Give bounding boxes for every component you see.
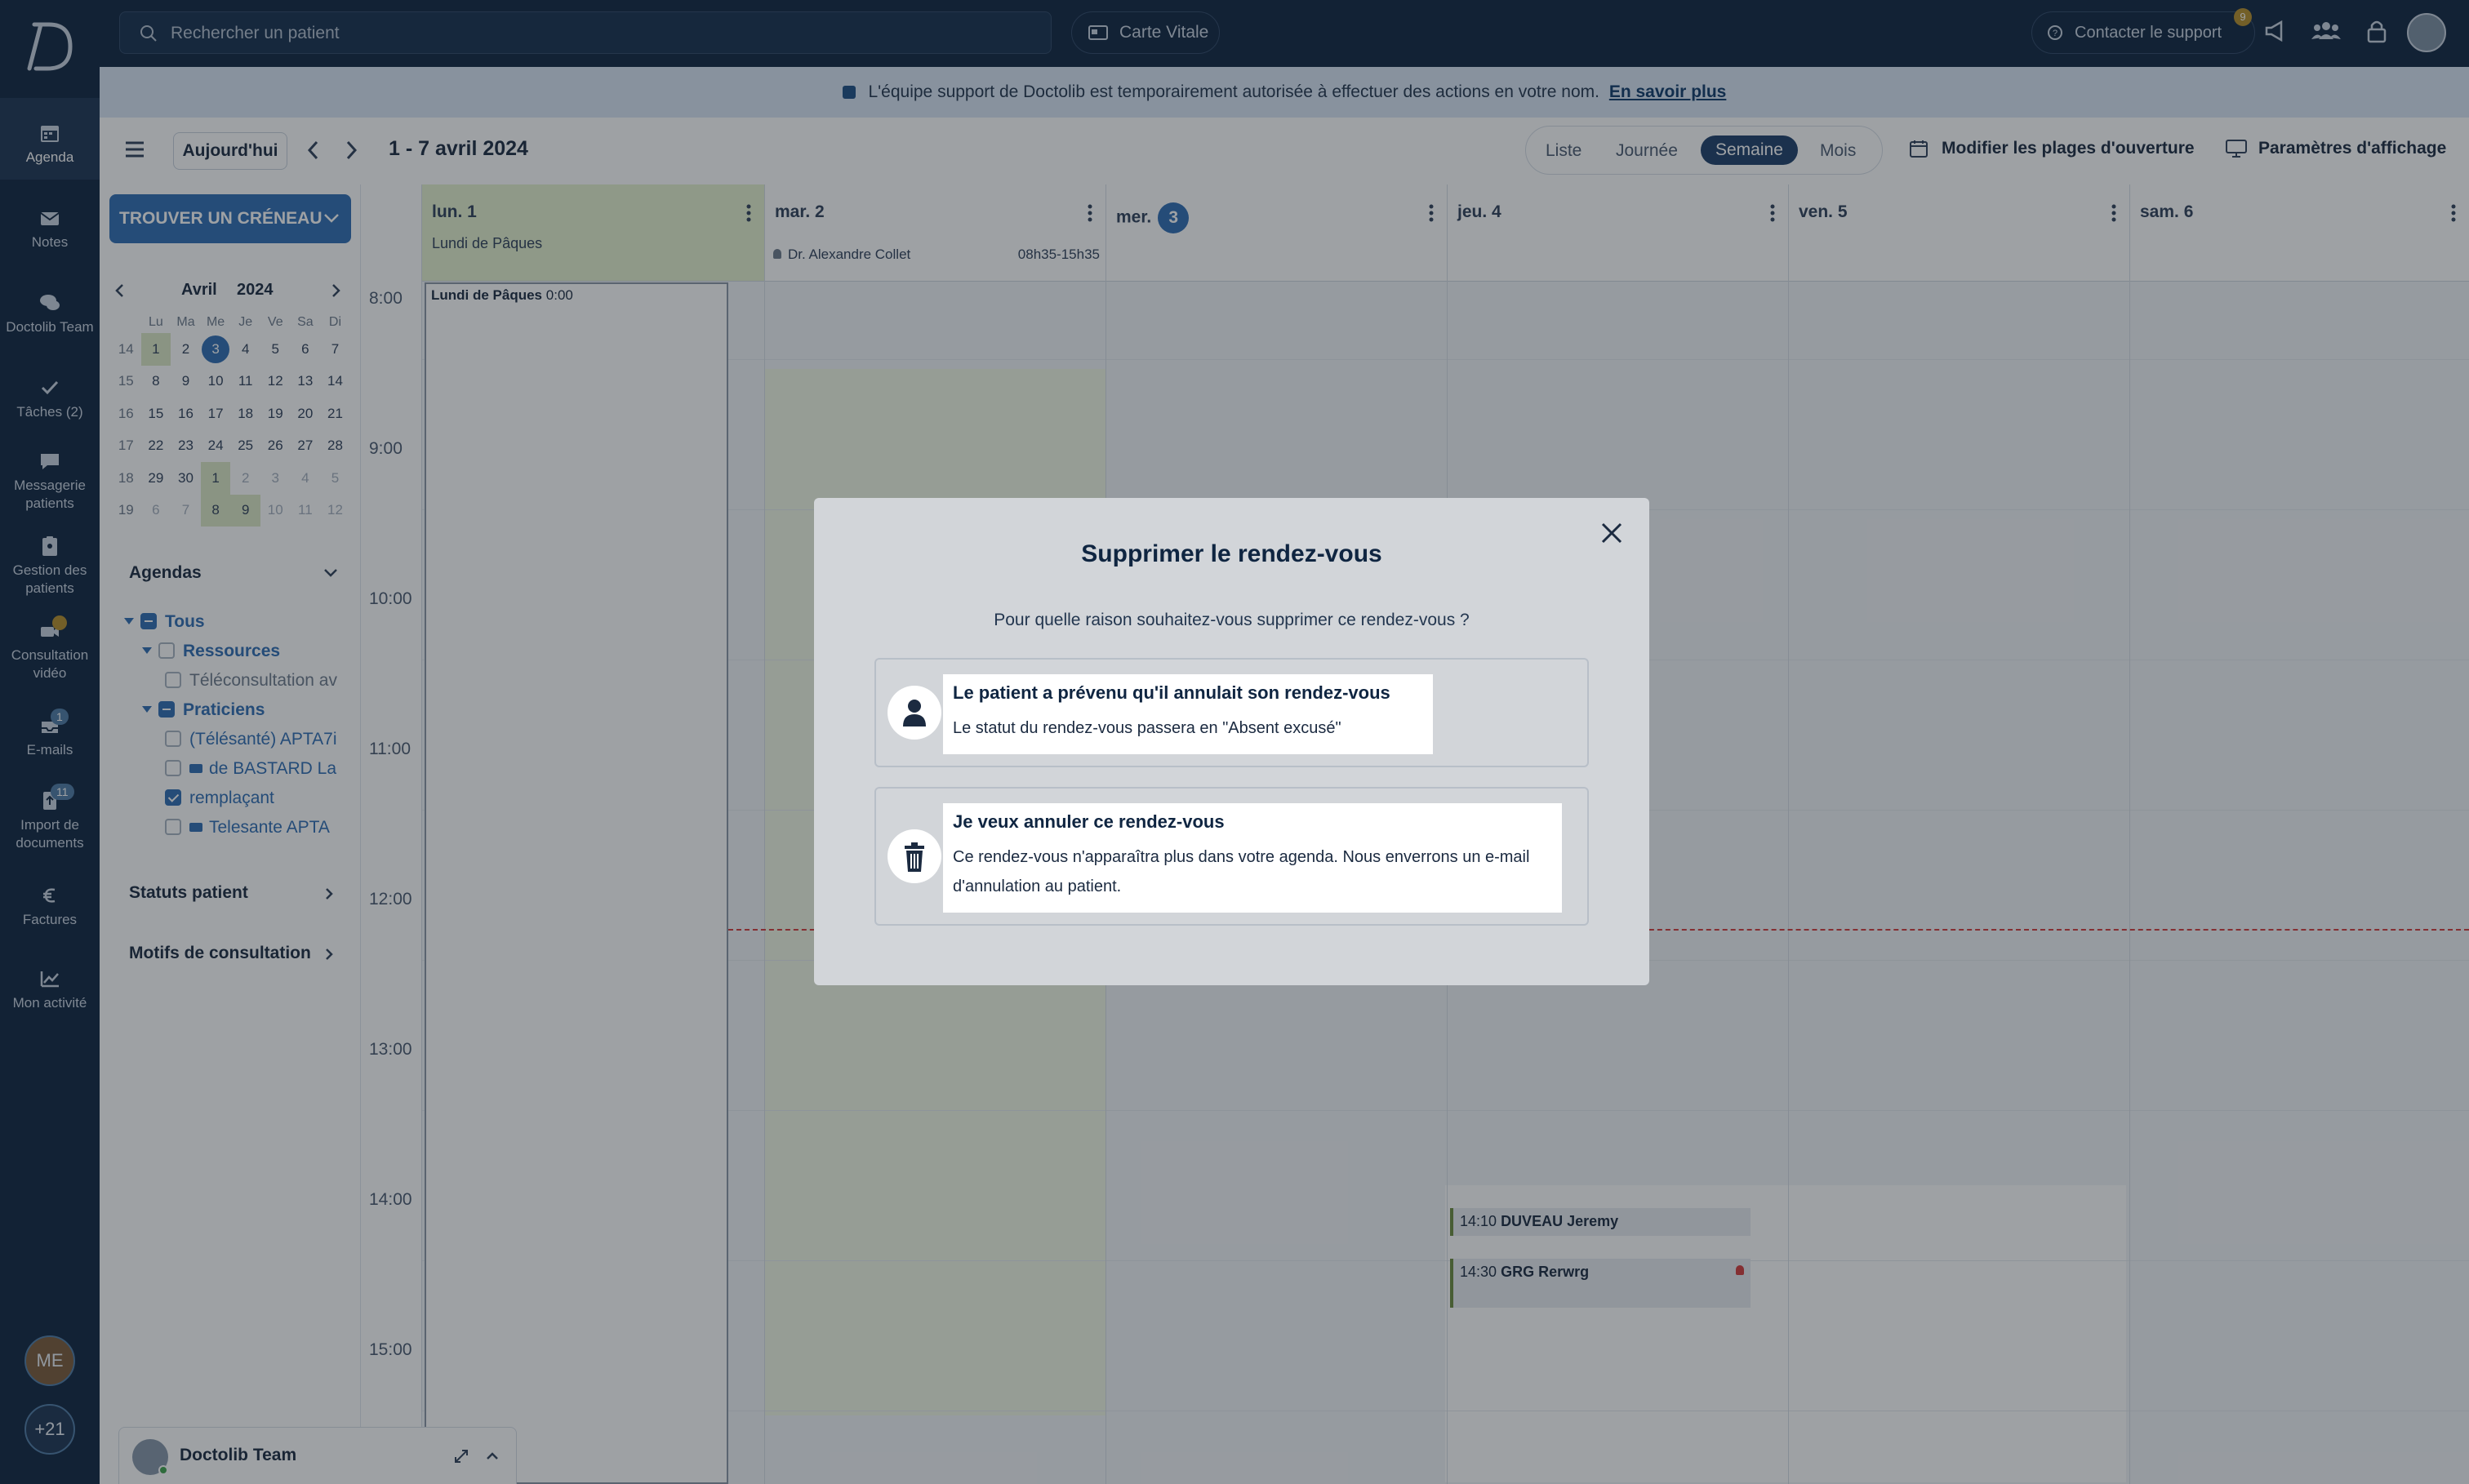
trash-icon [888, 829, 941, 883]
modal-question: Pour quelle raison souhaitez-vous suppri… [994, 611, 1470, 629]
option-text: Le patient a prévenu qu'il annulait son … [943, 674, 1433, 754]
option-description: Le statut du rendez-vous passera en "Abs… [953, 719, 1341, 737]
delete-appointment-modal: Supprimer le rendez-vous Pour quelle rai… [814, 498, 1649, 985]
option-description: Ce rendez-vous n'apparaîtra plus dans vo… [953, 848, 1530, 895]
person-icon [888, 686, 941, 740]
option-text: Je veux annuler ce rendez-vous Ce rendez… [943, 803, 1562, 913]
close-icon[interactable] [1599, 521, 1624, 545]
option-title: Je veux annuler ce rendez-vous [953, 811, 1225, 832]
option-patient-cancelled[interactable]: Le patient a prévenu qu'il annulait son … [874, 658, 1589, 767]
option-cancel-appointment[interactable]: Je veux annuler ce rendez-vous Ce rendez… [874, 787, 1589, 926]
modal-title: Supprimer le rendez-vous [1081, 540, 1382, 567]
option-title: Le patient a prévenu qu'il annulait son … [953, 682, 1390, 703]
